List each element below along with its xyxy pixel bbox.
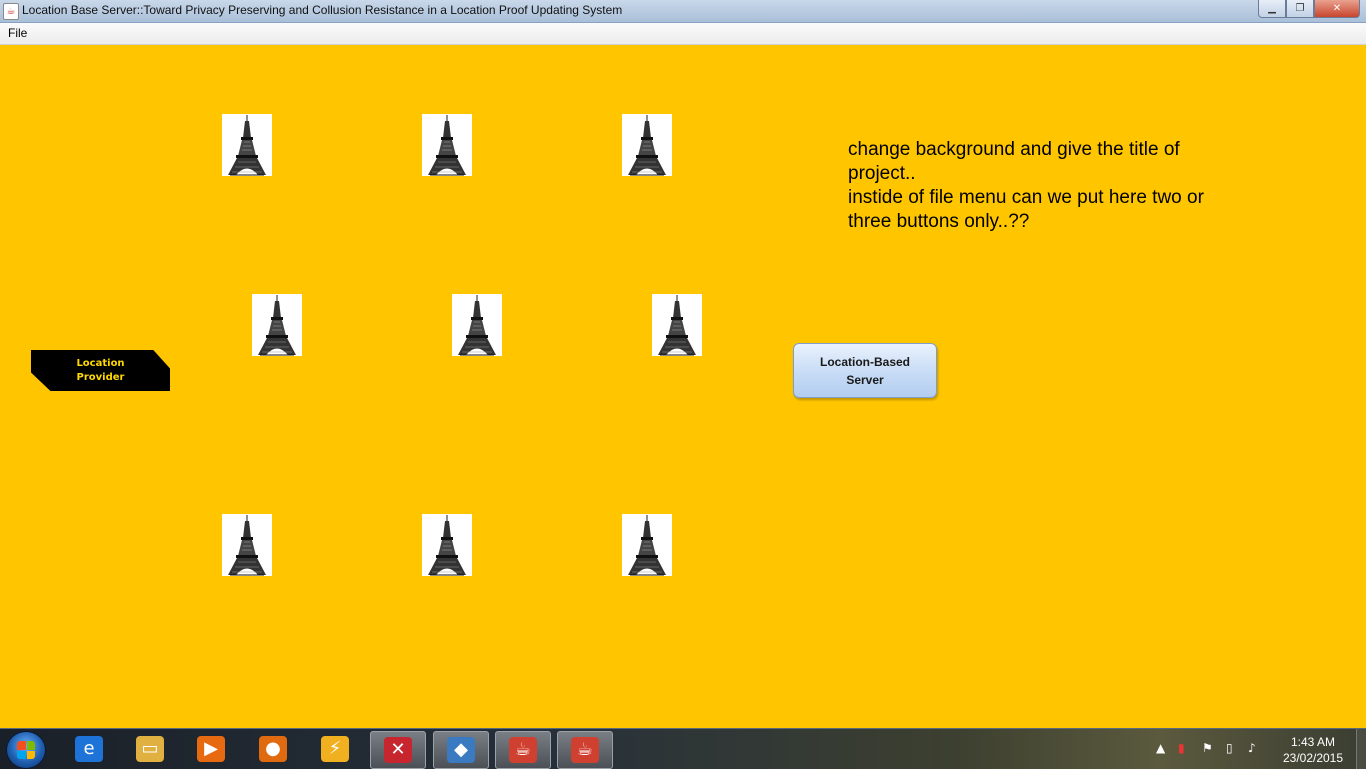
instruction-note: change background and give the title of … [848,138,1268,234]
window-controls: ▁ ❐ ✕ [1258,0,1360,18]
window-title: Location Base Server::Toward Privacy Pre… [22,3,623,17]
clock-date: 23/02/2015 [1282,751,1344,765]
taskbar-button[interactable]: ⚡ [308,731,362,767]
server-button-label: Location-Based Server [794,353,936,389]
media-player-icon: ▶ [197,736,225,762]
power-icon[interactable]: ▯ [1226,741,1233,755]
volume-icon[interactable]: ♪ [1248,741,1256,755]
menu-file[interactable]: File [6,26,29,40]
close-button[interactable]: ✕ [1314,0,1360,18]
eiffel-tower-icon[interactable] [622,514,672,576]
network-icon[interactable]: ▮ [1178,741,1185,755]
taskbar-button[interactable]: ▶ [184,731,238,767]
server-line-2: Server [846,373,884,387]
internet-explorer-icon: e [75,736,103,762]
app-red-icon: ✕ [384,737,412,763]
taskbar-button[interactable]: ☕ [495,731,551,769]
taskbar-button[interactable]: ☕ [557,731,613,769]
note-line: project.. [848,163,916,184]
system-tray: ▲ ▮ ⚑ ▯ ♪ [1150,729,1280,769]
provider-line-1: Location [76,358,125,369]
location-provider-label: Location Provider [31,357,170,385]
taskbar: e ▭ ▶ ● ⚡ ✕ ◆ ☕ ☕ ▲ ▮ ⚑ ▯ ♪ 1:43 AM 23/02/2015 [0,728,1366,769]
clock[interactable]: 1:43 AM 23/02/2015 [1276,734,1350,766]
show-desktop-button[interactable] [1356,729,1366,769]
eiffel-tower-icon[interactable] [452,294,502,356]
taskbar-button[interactable]: ✕ [370,731,426,769]
eiffel-tower-icon[interactable] [652,294,702,356]
eiffel-tower-icon[interactable] [252,294,302,356]
winamp-icon: ⚡ [321,736,349,762]
java-icon: ☕ [571,737,599,763]
maximize-button[interactable]: ❐ [1286,0,1314,18]
eiffel-tower-icon[interactable] [622,114,672,176]
show-hidden-icon[interactable]: ▲ [1156,741,1165,755]
provider-line-2: Provider [76,372,125,383]
java-icon: ☕ [509,737,537,763]
menu-bar: File [0,23,1366,45]
windows-start-icon[interactable] [6,731,46,769]
action-center-icon[interactable]: ⚑ [1202,741,1213,755]
taskbar-button[interactable]: ▭ [123,731,177,767]
taskbar-button[interactable]: e [62,731,116,767]
eiffel-tower-icon[interactable] [222,514,272,576]
minimize-button[interactable]: ▁ [1258,0,1286,18]
folder-icon: ▭ [136,736,164,762]
eiffel-tower-icon[interactable] [422,114,472,176]
note-line: instide of file menu can we put here two… [848,187,1204,208]
firefox-icon: ● [259,736,287,762]
location-provider-shape[interactable]: Location Provider [31,350,170,391]
note-line: change background and give the title of [848,139,1180,160]
clock-time: 1:43 AM [1290,735,1336,749]
taskbar-button[interactable]: ◆ [433,731,489,769]
main-canvas: change background and give the title of … [0,45,1366,728]
location-based-server-button[interactable]: Location-Based Server [793,343,937,398]
eiffel-tower-icon[interactable] [222,114,272,176]
virtualbox-icon: ◆ [447,737,475,763]
server-line-1: Location-Based [819,355,910,369]
title-bar[interactable]: ☕ Location Base Server::Toward Privacy P… [0,0,1366,23]
taskbar-button[interactable]: ● [246,731,300,767]
java-coffee-icon: ☕ [3,3,19,20]
note-line: three buttons only..?? [848,211,1030,232]
eiffel-tower-icon[interactable] [422,514,472,576]
